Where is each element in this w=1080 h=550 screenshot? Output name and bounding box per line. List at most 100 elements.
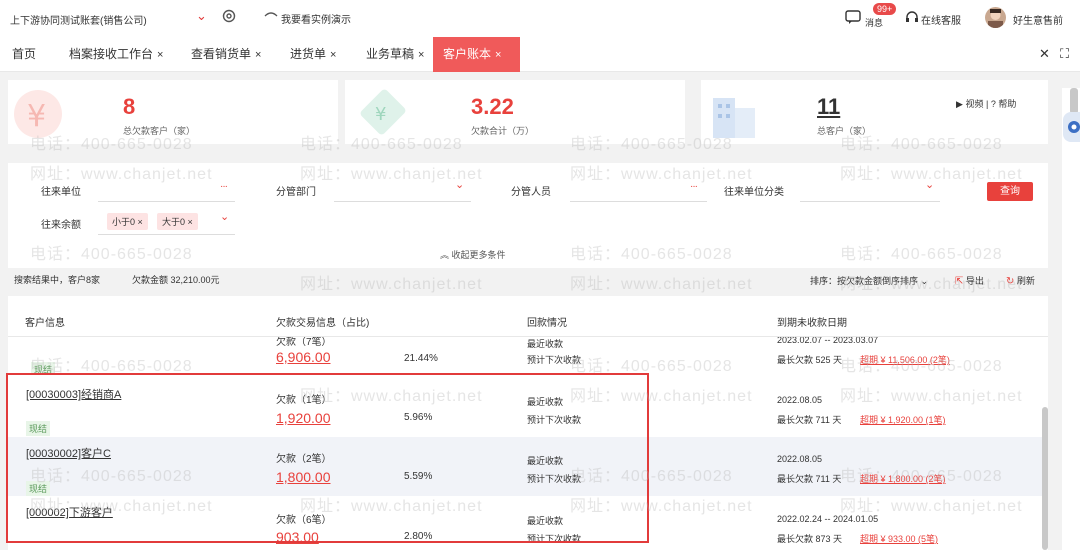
play-icon[interactable]: ▶ [956, 99, 963, 109]
page-scrollbar[interactable] [1070, 88, 1078, 114]
chevron-down-icon[interactable]: ⌄ [925, 178, 934, 191]
tag-label: 大于0 [162, 217, 186, 227]
stat-card-total-customers: 11 总客户（家） [701, 80, 1048, 144]
overdue-link[interactable]: 超期 ¥ 933.00 (5笔) [860, 532, 938, 545]
svg-text:¥: ¥ [27, 99, 46, 134]
close-icon[interactable]: × [157, 49, 163, 61]
expand-button[interactable]: ⛶ [1060, 46, 1069, 62]
video-link[interactable]: 视频 [965, 99, 983, 109]
sort-dropdown[interactable]: 排序：按欠款金额倒序排序 ⌄ [810, 274, 928, 287]
help-links: ▶ 视频 | ? 帮助 [956, 97, 1016, 110]
tab-label: 进货单 [290, 47, 327, 61]
yuan-refund-icon: ¥ [14, 90, 62, 138]
tab-label: 查看销货单 [191, 47, 252, 61]
chevron-down-icon[interactable]: ⌄ [220, 210, 229, 223]
table-row[interactable]: 欠款（7笔） 6,906.00 21.44% 最近收款 预计下次收款 2023.… [8, 337, 1048, 373]
svg-text:¥: ¥ [375, 104, 386, 125]
avatar-face-icon [988, 9, 1003, 28]
floating-assistant-button[interactable] [1063, 112, 1080, 142]
close-icon[interactable]: × [188, 217, 193, 227]
tab-purchase-order[interactable]: 进货单 × [280, 37, 346, 72]
partner-input[interactable] [98, 201, 235, 202]
filter-label-staff: 分管人员 [511, 187, 551, 198]
table-header: 到期未收款日期 [777, 318, 847, 329]
message-label[interactable]: 消息 [865, 16, 883, 29]
overdue-link[interactable]: 超期 ¥ 1,800.00 (2笔) [860, 472, 946, 485]
debt-percent: 21.44% [404, 353, 438, 364]
close-icon[interactable]: × [418, 49, 424, 61]
query-button[interactable]: 查询 [987, 182, 1033, 201]
table-header: 回款情况 [527, 318, 567, 329]
close-icon[interactable]: × [495, 49, 501, 61]
more-dots-icon[interactable]: ··· [690, 181, 698, 192]
longest-debt: 最长欠款 711 天 [777, 415, 842, 425]
highlight-annotation-box [6, 373, 649, 543]
headset-icon[interactable] [905, 11, 919, 24]
close-icon[interactable]: × [255, 49, 261, 61]
stat-value[interactable]: 11 [817, 94, 840, 120]
close-window-button[interactable]: ✕ [1039, 46, 1050, 62]
tab-bar: 首页 档案接收工作台 × 查看销货单 × 进货单 × 业务草稿 × 客户账本 × [0, 37, 1080, 72]
filter-label-partner: 往来单位 [41, 187, 81, 198]
message-badge: 99+ [873, 3, 897, 15]
chevron-down-icon[interactable]: ⌄ [455, 178, 464, 191]
building-icon [713, 98, 755, 138]
eye-icon [264, 12, 278, 17]
gear-icon[interactable] [221, 8, 237, 24]
table-scrollbar[interactable] [1042, 407, 1048, 550]
help-icon[interactable]: ? [991, 99, 996, 109]
page-scroll-track [1062, 88, 1080, 550]
tab-home[interactable]: 首页 [2, 37, 46, 72]
debt-label: 欠款（7笔） [276, 337, 332, 348]
tab-business-draft[interactable]: 业务草稿 × [356, 37, 434, 72]
avatar[interactable] [985, 7, 1006, 28]
message-icon[interactable] [845, 10, 861, 24]
stat-card-debt-total: ¥ 3.22 欠款合计（万） [345, 80, 685, 144]
tab-customer-ledger[interactable]: 客户账本 × [433, 37, 520, 72]
chevron-up-icon: ︽ [440, 250, 450, 260]
collapse-filters-toggle[interactable]: ︽ 收起更多条件 [440, 248, 506, 261]
chevron-down-icon[interactable]: ⌄ [196, 8, 207, 24]
close-icon[interactable]: × [330, 49, 336, 61]
table-header: 欠款交易信息（占比) [276, 318, 370, 329]
overdue-link[interactable]: 超期 ¥ 1,920.00 (1笔) [860, 413, 946, 426]
export-icon: ⇱ [955, 276, 964, 287]
ticket-icon: ¥ [360, 89, 406, 135]
next-receipt: 预计下次收款 [527, 355, 582, 365]
staff-input[interactable] [570, 201, 707, 202]
tab-label: 档案接收工作台 [69, 47, 154, 61]
due-date: 2022.02.24 -- 2024.01.05 [777, 514, 879, 524]
more-dots-icon[interactable]: ··· [220, 181, 228, 192]
balance-tag[interactable]: 大于0 × [157, 213, 198, 230]
settlement-badge: 现结 [31, 362, 56, 373]
watermark-site: 网址：www.chanjet.net [570, 276, 753, 293]
export-button[interactable]: ⇱ 导出 [955, 274, 984, 287]
overdue-link[interactable]: 超期 ¥ 11,506.00 (2笔) [860, 353, 950, 366]
help-link[interactable]: 帮助 [998, 99, 1016, 109]
account-selector[interactable]: 上下游协同测试账套(销售公司) [10, 12, 147, 27]
balance-tag[interactable]: 小于0 × [107, 213, 148, 230]
due-date: 2023.02.07 -- 2023.03.07 [777, 337, 879, 345]
refresh-button[interactable]: ↻ 刷新 [1006, 274, 1035, 287]
user-name[interactable]: 好生意售前 [1013, 12, 1063, 27]
tab-archive-workbench[interactable]: 档案接收工作台 × [59, 37, 173, 72]
customer-service-link[interactable]: 在线客服 [921, 12, 961, 27]
demo-link[interactable]: 我要看实例演示 [281, 11, 351, 26]
sort-label: 排序：按欠款金额倒序排序 [810, 276, 919, 286]
longest-debt: 最长欠款 873 天 [777, 534, 843, 544]
tag-label: 小于0 [112, 217, 136, 227]
due-date: 2022.08.05 [777, 395, 823, 405]
debt-amount[interactable]: 6,906.00 [276, 349, 331, 365]
export-label: 导出 [965, 276, 984, 286]
stat-label: 总欠款客户（家） [123, 126, 196, 136]
close-icon[interactable]: × [138, 217, 143, 227]
filter-label-partner-category: 往来单位分类 [724, 187, 784, 198]
tab-view-sales-order[interactable]: 查看销货单 × [181, 37, 271, 72]
department-select[interactable] [334, 201, 471, 202]
refresh-label: 刷新 [1016, 276, 1035, 286]
due-date: 2022.08.05 [777, 454, 823, 464]
stat-label: 总客户（家） [817, 126, 872, 136]
balance-select[interactable] [98, 234, 235, 235]
partner-category-select[interactable] [800, 201, 940, 202]
tab-label: 业务草稿 [366, 47, 415, 61]
